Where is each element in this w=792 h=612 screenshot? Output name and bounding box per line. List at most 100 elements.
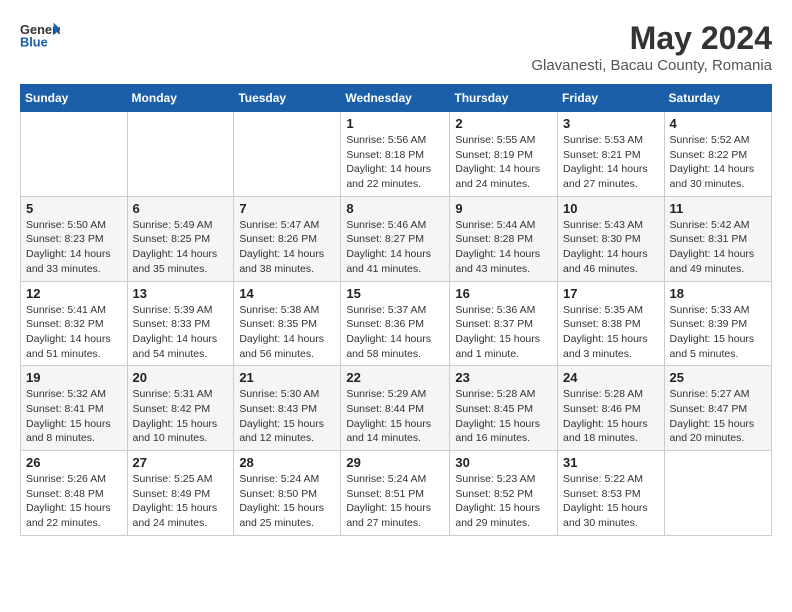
day-number: 20 <box>133 370 229 385</box>
calendar-cell: 8 Sunrise: 5:46 AM Sunset: 8:27 PM Daylig… <box>341 196 450 281</box>
calendar-week-row: 5Sunrise: 5:50 AM Sunset: 8:23 PM Daylig… <box>21 196 772 281</box>
day-info: Sunrise: 5:37 AM Sunset: 8:36 PM Dayligh… <box>346 303 444 362</box>
title-section: May 2024 Glavanesti, Bacau County, Roman… <box>531 20 772 74</box>
calendar-cell: 1 Sunrise: 5:56 AM Sunset: 8:18 PM Daylig… <box>341 112 450 197</box>
day-number: 18 <box>670 286 766 301</box>
calendar-cell: 29 Sunrise: 5:24 AM Sunset: 8:51 PM Dayli… <box>341 451 450 536</box>
calendar-cell: 7 Sunrise: 5:47 AM Sunset: 8:26 PM Daylig… <box>234 196 341 281</box>
day-info: Sunrise: 5:22 AM Sunset: 8:53 PM Dayligh… <box>563 472 659 531</box>
day-number: 24 <box>563 370 659 385</box>
day-number: 8 <box>346 201 444 216</box>
day-number: 9 <box>455 201 552 216</box>
day-info: Sunrise: 5:26 AM Sunset: 8:48 PM Dayligh… <box>26 472 122 531</box>
calendar-cell: 22Sunrise: 5:29 AM Sunset: 8:44 PM Dayli… <box>341 366 450 451</box>
day-number: 15 <box>346 286 444 301</box>
page-header: General Blue May 2024 Glavanesti, Bacau … <box>20 20 772 74</box>
day-number: 31 <box>563 455 659 470</box>
location: Glavanesti, Bacau County, Romania <box>531 57 772 74</box>
logo: General Blue <box>20 20 60 50</box>
day-number: 4 <box>670 116 766 131</box>
day-info: Sunrise: 5:28 AM Sunset: 8:45 PM Dayligh… <box>455 387 552 446</box>
svg-text:Blue: Blue <box>20 35 48 50</box>
calendar-week-row: 19 Sunrise: 5:32 AM Sunset: 8:41 PM Dayli… <box>21 366 772 451</box>
day-number: 25 <box>670 370 766 385</box>
day-of-week-header: Friday <box>558 85 665 112</box>
day-info: Sunrise: 5:47 AM Sunset: 8:26 PM Dayligh… <box>239 218 335 277</box>
calendar-cell: 30Sunrise: 5:23 AM Sunset: 8:52 PM Dayli… <box>450 451 558 536</box>
calendar-cell: 13 Sunrise: 5:39 AM Sunset: 8:33 PM Dayli… <box>127 281 234 366</box>
calendar-cell: 26 Sunrise: 5:26 AM Sunset: 8:48 PM Dayli… <box>21 451 128 536</box>
calendar-cell: 14 Sunrise: 5:38 AM Sunset: 8:35 PM Dayli… <box>234 281 341 366</box>
calendar-cell <box>21 112 128 197</box>
calendar-cell: 5Sunrise: 5:50 AM Sunset: 8:23 PM Daylig… <box>21 196 128 281</box>
calendar-cell: 16Sunrise: 5:36 AM Sunset: 8:37 PM Dayli… <box>450 281 558 366</box>
calendar-cell: 31 Sunrise: 5:22 AM Sunset: 8:53 PM Dayli… <box>558 451 665 536</box>
day-number: 22 <box>346 370 444 385</box>
day-info: Sunrise: 5:43 AM Sunset: 8:30 PM Dayligh… <box>563 218 659 277</box>
calendar-cell: 3Sunrise: 5:53 AM Sunset: 8:21 PM Daylig… <box>558 112 665 197</box>
calendar-cell: 4Sunrise: 5:52 AM Sunset: 8:22 PM Daylig… <box>664 112 771 197</box>
calendar-cell <box>234 112 341 197</box>
calendar-cell: 9 Sunrise: 5:44 AM Sunset: 8:28 PM Daylig… <box>450 196 558 281</box>
day-info: Sunrise: 5:35 AM Sunset: 8:38 PM Dayligh… <box>563 303 659 362</box>
day-number: 19 <box>26 370 122 385</box>
day-number: 26 <box>26 455 122 470</box>
day-info: Sunrise: 5:56 AM Sunset: 8:18 PM Dayligh… <box>346 133 444 192</box>
day-info: Sunrise: 5:24 AM Sunset: 8:50 PM Dayligh… <box>239 472 335 531</box>
day-number: 14 <box>239 286 335 301</box>
day-of-week-header: Tuesday <box>234 85 341 112</box>
calendar-cell: 19 Sunrise: 5:32 AM Sunset: 8:41 PM Dayli… <box>21 366 128 451</box>
calendar-week-row: 1 Sunrise: 5:56 AM Sunset: 8:18 PM Daylig… <box>21 112 772 197</box>
day-number: 6 <box>133 201 229 216</box>
calendar-cell <box>127 112 234 197</box>
day-of-week-header: Sunday <box>21 85 128 112</box>
day-number: 29 <box>346 455 444 470</box>
day-info: Sunrise: 5:30 AM Sunset: 8:43 PM Dayligh… <box>239 387 335 446</box>
day-number: 1 <box>346 116 444 131</box>
calendar-cell: 27Sunrise: 5:25 AM Sunset: 8:49 PM Dayli… <box>127 451 234 536</box>
day-number: 17 <box>563 286 659 301</box>
calendar-week-row: 12Sunrise: 5:41 AM Sunset: 8:32 PM Dayli… <box>21 281 772 366</box>
day-info: Sunrise: 5:55 AM Sunset: 8:19 PM Dayligh… <box>455 133 552 192</box>
day-number: 3 <box>563 116 659 131</box>
day-info: Sunrise: 5:33 AM Sunset: 8:39 PM Dayligh… <box>670 303 766 362</box>
calendar-cell <box>664 451 771 536</box>
day-info: Sunrise: 5:31 AM Sunset: 8:42 PM Dayligh… <box>133 387 229 446</box>
day-info: Sunrise: 5:28 AM Sunset: 8:46 PM Dayligh… <box>563 387 659 446</box>
calendar-cell: 17 Sunrise: 5:35 AM Sunset: 8:38 PM Dayli… <box>558 281 665 366</box>
calendar-cell: 11 Sunrise: 5:42 AM Sunset: 8:31 PM Dayli… <box>664 196 771 281</box>
day-info: Sunrise: 5:32 AM Sunset: 8:41 PM Dayligh… <box>26 387 122 446</box>
day-info: Sunrise: 5:23 AM Sunset: 8:52 PM Dayligh… <box>455 472 552 531</box>
calendar-cell: 18 Sunrise: 5:33 AM Sunset: 8:39 PM Dayli… <box>664 281 771 366</box>
day-info: Sunrise: 5:46 AM Sunset: 8:27 PM Dayligh… <box>346 218 444 277</box>
day-of-week-header: Saturday <box>664 85 771 112</box>
calendar-cell: 10Sunrise: 5:43 AM Sunset: 8:30 PM Dayli… <box>558 196 665 281</box>
day-number: 5 <box>26 201 122 216</box>
calendar-cell: 12Sunrise: 5:41 AM Sunset: 8:32 PM Dayli… <box>21 281 128 366</box>
day-number: 16 <box>455 286 552 301</box>
calendar-cell: 23Sunrise: 5:28 AM Sunset: 8:45 PM Dayli… <box>450 366 558 451</box>
day-info: Sunrise: 5:49 AM Sunset: 8:25 PM Dayligh… <box>133 218 229 277</box>
day-info: Sunrise: 5:24 AM Sunset: 8:51 PM Dayligh… <box>346 472 444 531</box>
calendar-table: SundayMondayTuesdayWednesdayThursdayFrid… <box>20 84 772 536</box>
calendar-cell: 6 Sunrise: 5:49 AM Sunset: 8:25 PM Daylig… <box>127 196 234 281</box>
calendar-cell: 2 Sunrise: 5:55 AM Sunset: 8:19 PM Daylig… <box>450 112 558 197</box>
logo-icon: General Blue <box>20 20 60 50</box>
day-info: Sunrise: 5:44 AM Sunset: 8:28 PM Dayligh… <box>455 218 552 277</box>
day-info: Sunrise: 5:42 AM Sunset: 8:31 PM Dayligh… <box>670 218 766 277</box>
calendar-week-row: 26 Sunrise: 5:26 AM Sunset: 8:48 PM Dayli… <box>21 451 772 536</box>
day-number: 27 <box>133 455 229 470</box>
day-number: 7 <box>239 201 335 216</box>
calendar-cell: 28 Sunrise: 5:24 AM Sunset: 8:50 PM Dayli… <box>234 451 341 536</box>
day-number: 11 <box>670 201 766 216</box>
calendar-cell: 21Sunrise: 5:30 AM Sunset: 8:43 PM Dayli… <box>234 366 341 451</box>
day-of-week-header: Thursday <box>450 85 558 112</box>
day-number: 28 <box>239 455 335 470</box>
day-number: 2 <box>455 116 552 131</box>
calendar-cell: 24 Sunrise: 5:28 AM Sunset: 8:46 PM Dayli… <box>558 366 665 451</box>
day-number: 12 <box>26 286 122 301</box>
day-number: 13 <box>133 286 229 301</box>
day-info: Sunrise: 5:39 AM Sunset: 8:33 PM Dayligh… <box>133 303 229 362</box>
calendar-cell: 20 Sunrise: 5:31 AM Sunset: 8:42 PM Dayli… <box>127 366 234 451</box>
day-info: Sunrise: 5:38 AM Sunset: 8:35 PM Dayligh… <box>239 303 335 362</box>
